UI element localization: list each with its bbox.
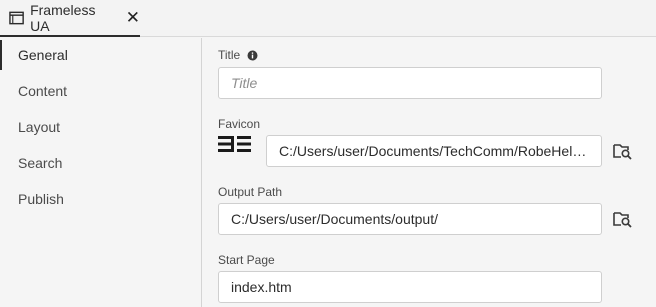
browse-folder-icon[interactable] — [613, 210, 633, 228]
tab-label: Frameless UA — [30, 1, 96, 34]
start-page-label: Start Page — [218, 253, 275, 267]
sidebar-item-layout[interactable]: Layout — [0, 110, 201, 144]
info-icon[interactable] — [247, 50, 258, 61]
favicon-label-text: Favicon — [218, 117, 261, 131]
sidebar-item-label: Publish — [18, 191, 64, 207]
sidebar-item-content[interactable]: Content — [0, 74, 201, 108]
sidebar-item-label: Layout — [18, 119, 61, 135]
sidebar-item-label: Search — [18, 155, 63, 171]
favicon-logo — [218, 136, 251, 152]
close-icon[interactable]: ✕ — [126, 9, 140, 26]
browse-folder-icon[interactable] — [613, 142, 633, 160]
window-icon — [9, 11, 24, 24]
title-input[interactable] — [218, 67, 602, 99]
sidebar: General Content Layout Search Publish — [0, 38, 202, 307]
title-label: Title — [218, 48, 258, 62]
output-path-input[interactable] — [218, 203, 602, 235]
output-path-label: Output Path — [218, 185, 282, 199]
sidebar-item-label: General — [18, 47, 68, 63]
sidebar-item-label: Content — [18, 83, 68, 99]
start-page-input[interactable] — [218, 271, 602, 303]
favicon-path-input[interactable] — [266, 135, 602, 167]
sidebar-item-general[interactable]: General — [0, 38, 201, 72]
sidebar-item-search[interactable]: Search — [0, 146, 201, 180]
general-settings-panel: Title Favicon Output Path — [203, 38, 656, 307]
output-path-label-text: Output Path — [218, 185, 283, 199]
favicon-label: Favicon — [218, 117, 260, 131]
tab-frameless-ua[interactable]: Frameless UA ✕ — [0, 0, 140, 37]
start-page-label-text: Start Page — [218, 253, 275, 267]
title-label-text: Title — [218, 48, 241, 62]
sidebar-item-publish[interactable]: Publish — [0, 182, 201, 216]
tab-bar: Frameless UA ✕ — [0, 0, 656, 37]
